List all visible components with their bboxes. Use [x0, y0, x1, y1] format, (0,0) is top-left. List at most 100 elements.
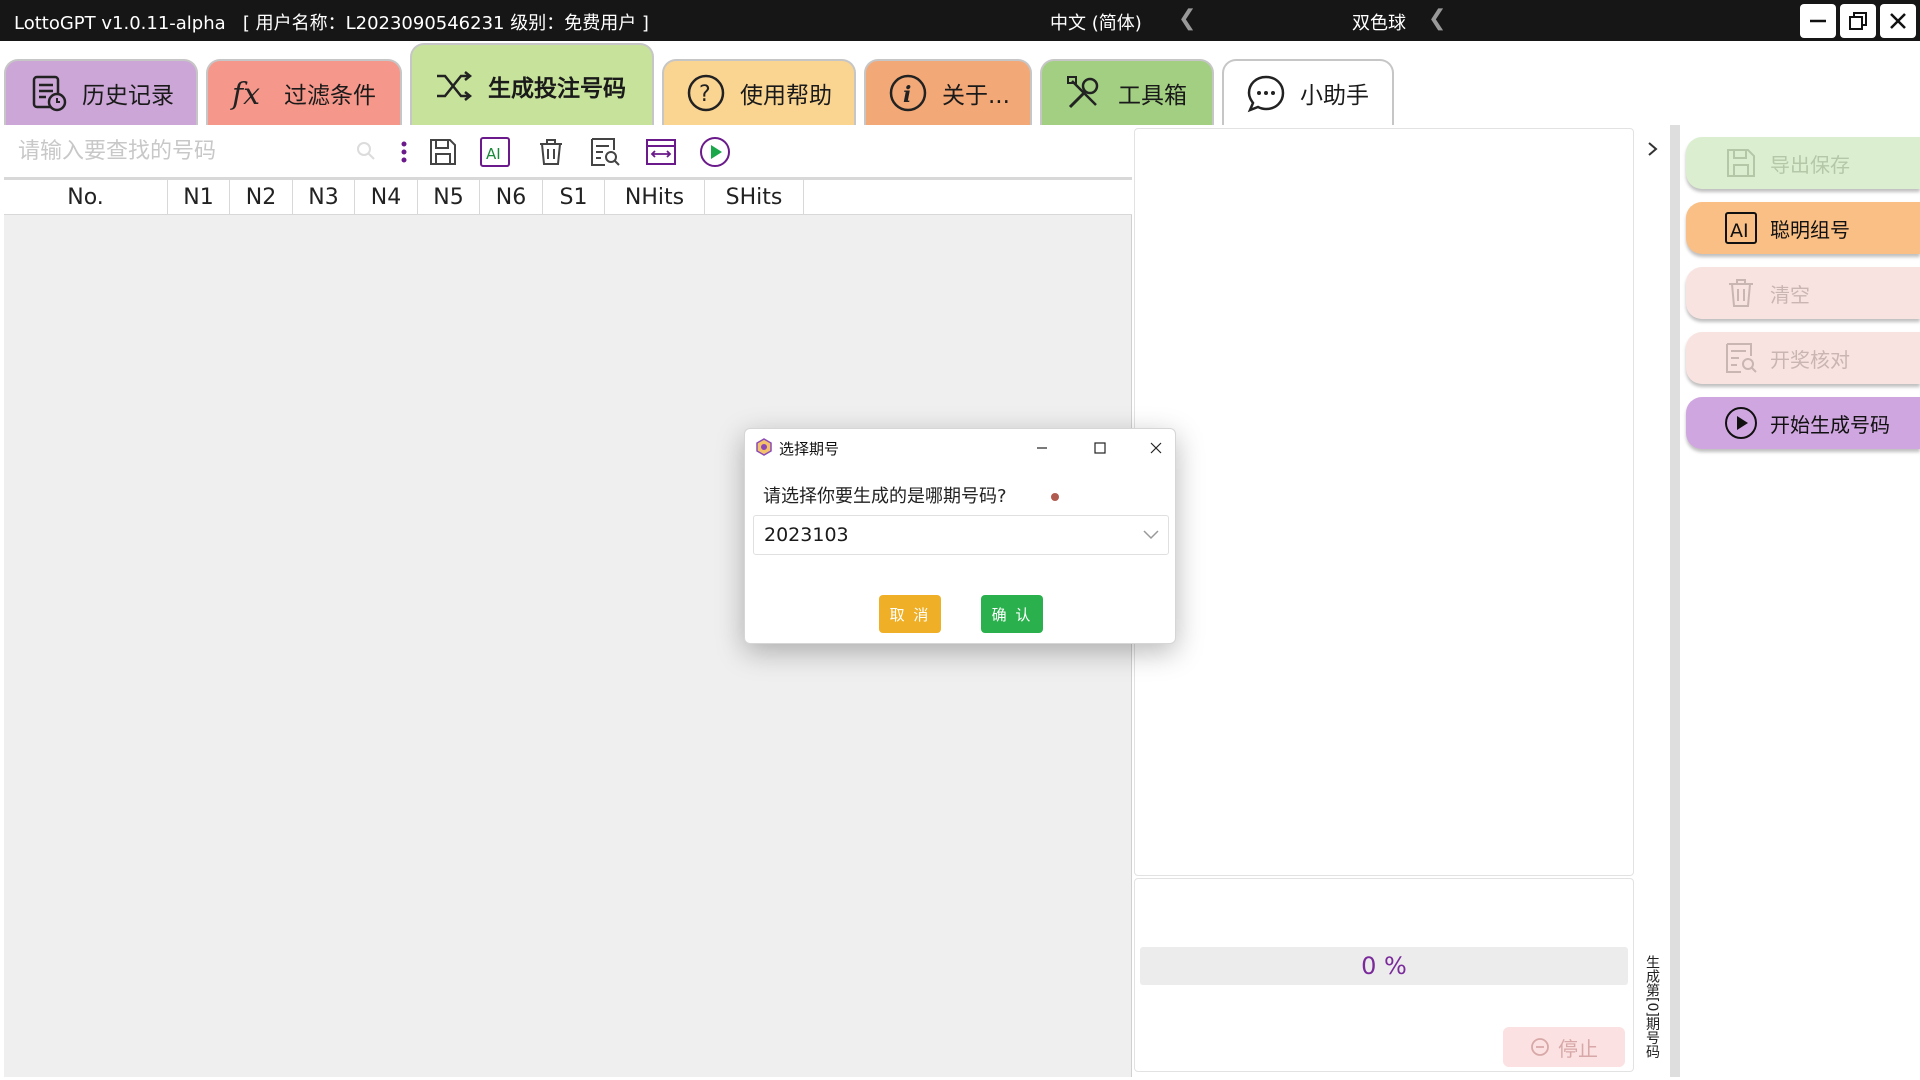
column-header[interactable]: NHits [605, 180, 705, 214]
stop-label: 停止 [1558, 1036, 1598, 1061]
column-header[interactable]: N4 [355, 180, 418, 214]
minimize-button[interactable] [1800, 4, 1836, 38]
results-table-header: No. N1 N2 N3 N4 N5 N6 S1 NHits SHits [4, 177, 1132, 215]
select-period-dialog: 选择期号 请选择你要生成的是哪期号码? 2023103 取 消 确 认 [744, 428, 1176, 644]
column-header[interactable]: SHits [705, 180, 804, 214]
save-icon [1727, 149, 1755, 177]
check-results-tool-button[interactable] [588, 135, 622, 169]
close-icon [1150, 442, 1162, 454]
trash-icon [1729, 279, 1753, 307]
tab-help[interactable]: ? 使用帮助 [662, 59, 856, 125]
more-vertical-icon [401, 141, 407, 163]
generation-panel: 0 % 停止 [1134, 128, 1634, 1074]
minimize-icon [1810, 19, 1826, 23]
smart-pick-tool-button[interactable]: AI [478, 135, 512, 169]
history-icon [32, 75, 67, 112]
dialog-title: 选择期号 [779, 440, 840, 458]
restore-button[interactable] [1840, 4, 1876, 38]
chevron-right-icon[interactable] [1640, 134, 1664, 164]
tab-label: 生成投注号码 [488, 76, 626, 102]
column-header[interactable]: S1 [543, 180, 605, 214]
confirm-button[interactable]: 确 认 [981, 595, 1043, 633]
restore-icon [1849, 12, 1867, 30]
cancel-button[interactable]: 取 消 [879, 595, 941, 633]
search-icon[interactable] [356, 141, 376, 161]
dialog-question: 请选择你要生成的是哪期号码? [763, 486, 1007, 507]
svg-text:i: i [903, 82, 911, 108]
smart-pick-button[interactable]: AI 聪明组号 [1686, 202, 1920, 254]
svg-text:fx: fx [230, 77, 260, 112]
progress-area: 0 % 停止 [1134, 878, 1634, 1072]
tab-assistant[interactable]: 小助手 [1222, 59, 1394, 125]
language-selector[interactable]: 中文 (简体) [1050, 9, 1142, 35]
game-selector[interactable]: 双色球 [1352, 9, 1406, 35]
period-status-label: 生成第[0]期号码 [1644, 955, 1660, 1059]
minimize-icon [1037, 447, 1047, 449]
tab-label: 小助手 [1300, 83, 1369, 109]
stop-button[interactable]: 停止 [1503, 1027, 1625, 1067]
ai-icon: AI [480, 137, 510, 167]
tab-label: 历史记录 [82, 83, 174, 109]
tab-strip: 历史记录 fx 过滤条件 生成投注号码 ? 使用帮助 i 关于... 工具箱 小… [0, 41, 1920, 127]
play-icon [700, 137, 730, 167]
info-icon: i [889, 74, 927, 112]
tab-filters[interactable]: fx 过滤条件 [206, 59, 402, 125]
document-search-icon [591, 138, 620, 166]
tab-label: 使用帮助 [740, 83, 832, 109]
column-header[interactable]: N6 [480, 180, 543, 214]
save-icon [430, 139, 456, 165]
action-label: 开奖核对 [1770, 347, 1850, 372]
period-select[interactable]: 2023103 [753, 515, 1169, 555]
save-tool-button[interactable] [426, 135, 460, 169]
more-menu-button[interactable] [396, 135, 412, 169]
action-label: 开始生成号码 [1770, 412, 1890, 437]
panel-divider[interactable] [1670, 125, 1680, 1077]
column-header[interactable]: N1 [168, 180, 230, 214]
tab-label: 过滤条件 [284, 83, 376, 109]
trash-icon [540, 139, 562, 165]
column-width-icon [646, 139, 676, 165]
tools-icon [1067, 76, 1099, 109]
tab-label: 工具箱 [1118, 83, 1187, 109]
fit-columns-tool-button[interactable] [644, 135, 678, 169]
tab-generate[interactable]: 生成投注号码 [410, 43, 654, 127]
user-info: [ 用户名称：L2023090546231 级别：免费用户 ] [242, 13, 649, 34]
title-bar: LottoGPT v1.0.11-alpha [ 用户名称：L202309054… [0, 0, 1920, 41]
chat-icon [1247, 75, 1285, 113]
clear-button[interactable]: 清空 [1686, 267, 1920, 319]
check-results-button[interactable]: 开奖核对 [1686, 332, 1920, 384]
export-save-button[interactable]: 导出保存 [1686, 137, 1920, 189]
dialog-close-button[interactable] [1143, 435, 1169, 461]
tab-toolbox[interactable]: 工具箱 [1040, 59, 1214, 125]
generation-output-area [1134, 128, 1634, 876]
app-title: LottoGPT v1.0.11-alpha [ 用户名称：L202309054… [14, 13, 649, 34]
column-header[interactable]: N5 [418, 180, 480, 214]
close-button[interactable] [1880, 4, 1916, 38]
clear-tool-button[interactable] [534, 135, 568, 169]
column-header[interactable]: No. [4, 180, 168, 214]
period-select-value: 2023103 [764, 524, 849, 546]
svg-text:?: ? [699, 82, 711, 107]
dialog-maximize-button[interactable] [1087, 435, 1113, 461]
maximize-icon [1094, 442, 1106, 454]
progress-label: 0 % [1361, 952, 1407, 980]
start-tool-button[interactable] [698, 135, 732, 169]
svg-text:AI: AI [486, 145, 501, 163]
tab-history[interactable]: 历史记录 [4, 59, 198, 125]
start-generate-button[interactable]: 开始生成号码 [1686, 397, 1920, 449]
chevron-left-icon[interactable]: ❮ [1428, 6, 1446, 31]
chevron-left-icon[interactable]: ❮ [1178, 6, 1196, 31]
app-logo-icon [756, 438, 772, 456]
search-input[interactable] [18, 135, 388, 167]
tab-label: 关于... [942, 83, 1010, 109]
help-icon: ? [687, 74, 725, 112]
dialog-minimize-button[interactable] [1029, 435, 1055, 461]
shuffle-icon [437, 71, 473, 101]
ai-icon: AI [1725, 212, 1757, 244]
play-icon [1725, 407, 1757, 439]
action-panel: 导出保存 AI 聪明组号 清空 开奖核对 开始生成号码 [1680, 125, 1920, 1077]
column-header[interactable]: N2 [230, 180, 293, 214]
svg-text:AI: AI [1730, 220, 1749, 242]
column-header[interactable]: N3 [293, 180, 355, 214]
tab-about[interactable]: i 关于... [864, 59, 1032, 125]
